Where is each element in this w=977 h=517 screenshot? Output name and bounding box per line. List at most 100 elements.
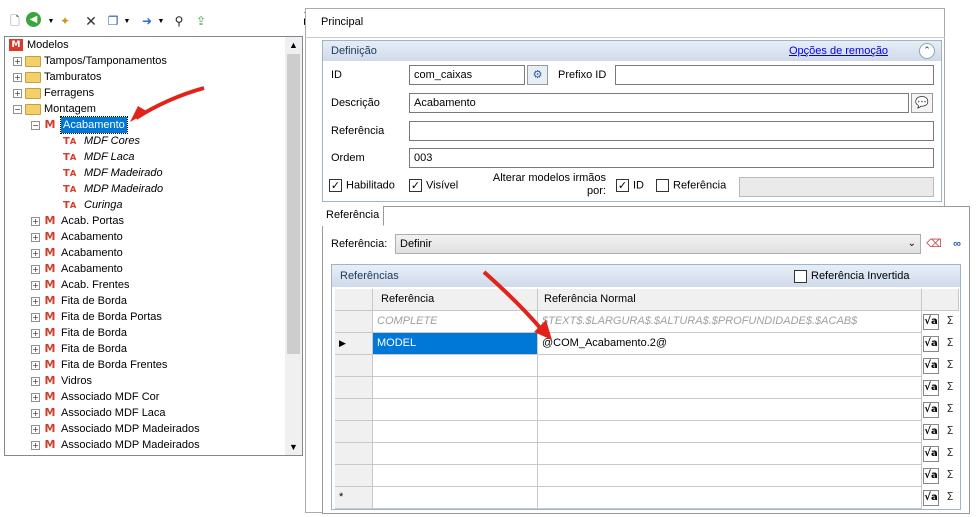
row-header-current[interactable]: ▶ — [335, 333, 373, 355]
cell-normal[interactable] — [538, 355, 922, 377]
expand-icon[interactable]: + — [31, 312, 40, 322]
cell-reference[interactable] — [373, 377, 538, 399]
reference-combo[interactable]: Definir ⌄ — [395, 234, 921, 254]
tree-folder[interactable]: + Tamburatos — [13, 69, 101, 85]
scroll-thumb[interactable] — [287, 54, 300, 354]
cell-normal[interactable] — [538, 487, 922, 509]
tree-subitem[interactable]: TA MDF Madeirado — [63, 165, 163, 181]
expand-icon[interactable]: + — [31, 392, 40, 402]
expand-icon[interactable]: + — [31, 232, 40, 242]
expand-icon[interactable]: + — [31, 216, 40, 226]
order-field[interactable]: 003 — [409, 148, 934, 168]
prefix-field[interactable] — [615, 65, 934, 85]
cell-reference[interactable] — [373, 443, 538, 465]
tab-referencia[interactable]: Referência — [322, 206, 384, 226]
tree-folder[interactable]: + Tampos/Tamponamentos — [13, 53, 167, 69]
expand-icon[interactable]: + — [31, 280, 40, 290]
description-field[interactable]: Acabamento — [409, 93, 909, 113]
cell-reference[interactable] — [373, 355, 538, 377]
column-header-normal[interactable]: Referência Normal — [538, 289, 922, 311]
tree-subitem[interactable]: TA Curinga — [63, 197, 123, 213]
sigma-icon[interactable]: Σ — [943, 358, 957, 371]
visible-checkbox[interactable]: ✓ Visível — [409, 179, 458, 192]
formula-icon[interactable]: √a — [923, 314, 939, 330]
tree-item-selected[interactable]: − M Acabamento — [31, 116, 128, 134]
sigma-icon[interactable]: Σ — [943, 402, 957, 415]
sigma-icon[interactable]: Σ — [943, 380, 957, 393]
expand-icon[interactable]: + — [31, 328, 40, 338]
cell-normal[interactable] — [538, 443, 922, 465]
tree-item[interactable]: + M Fita de Borda — [31, 341, 127, 357]
tree-scrollbar[interactable]: ▲ ▼ — [285, 37, 302, 455]
expand-icon[interactable]: + — [31, 344, 40, 354]
delete-icon[interactable]: ✕ — [82, 12, 100, 30]
scroll-down-icon[interactable]: ▼ — [289, 442, 298, 452]
expand-icon[interactable]: + — [31, 264, 40, 274]
row-header[interactable] — [335, 377, 373, 399]
expand-icon[interactable]: + — [13, 72, 22, 82]
tree-item[interactable]: + M Fita de Borda Frentes — [31, 357, 167, 373]
id-picker-icon[interactable]: ⚙ — [527, 65, 548, 85]
tree-item[interactable]: + M Fita de Borda — [31, 293, 127, 309]
tree-item[interactable]: + M Fita de Borda Portas — [31, 309, 162, 325]
formula-icon[interactable]: √a — [923, 402, 939, 418]
tree-item[interactable]: + M Acab. Frentes — [31, 277, 129, 293]
search-icon[interactable]: ⚲ — [170, 12, 188, 30]
tree-root[interactable]: M Modelos — [9, 37, 69, 53]
sigma-icon[interactable]: Σ — [943, 424, 957, 437]
sigma-icon[interactable]: Σ — [943, 314, 957, 327]
formula-icon[interactable]: √a — [923, 446, 939, 462]
reference-field[interactable] — [409, 121, 934, 141]
formula-icon[interactable]: √a — [923, 424, 939, 440]
alter-id-checkbox[interactable]: ✓ ID — [616, 179, 644, 192]
cell-reference[interactable] — [373, 399, 538, 421]
back-icon[interactable]: ◀ — [26, 12, 41, 27]
tree-folder[interactable]: + Ferragens — [13, 85, 94, 101]
expand-icon[interactable]: + — [31, 248, 40, 258]
inverted-reference-checkbox[interactable]: Referência Invertida — [794, 265, 909, 287]
tab-principal[interactable]: Principal — [321, 16, 363, 28]
tree-item[interactable]: + M Acab. Portas — [31, 213, 124, 229]
expand-icon[interactable]: + — [31, 408, 40, 418]
row-header[interactable] — [335, 311, 373, 333]
references-grid[interactable]: Referência Referência Normal COMPLETE $T… — [335, 289, 959, 509]
collapse-icon[interactable]: − — [13, 104, 22, 114]
row-header[interactable] — [335, 399, 373, 421]
cell-reference[interactable] — [373, 421, 538, 443]
translate-icon[interactable]: 💬 — [911, 93, 933, 113]
tree-item[interactable]: + M Fita de Borda — [31, 325, 127, 341]
tree-item[interactable]: + M Acabamento — [31, 245, 123, 261]
tree-item[interactable]: + M Associado MDF Laca — [31, 405, 166, 421]
sigma-icon[interactable]: Σ — [943, 468, 957, 481]
collapse-icon[interactable]: − — [31, 120, 40, 130]
cell-reference[interactable] — [373, 487, 538, 509]
tree-item[interactable]: + M Acabamento — [31, 261, 123, 277]
new-item-icon[interactable]: ✦ — [56, 12, 74, 30]
expand-icon[interactable]: + — [13, 88, 22, 98]
tree-subitem[interactable]: TA MDP Madeirado — [63, 181, 163, 197]
formula-icon[interactable]: √a — [923, 468, 939, 484]
new-doc-icon[interactable]: 🗋 — [6, 12, 24, 30]
scroll-up-icon[interactable]: ▲ — [289, 40, 298, 50]
collapse-group-icon[interactable]: ⌃ — [919, 43, 935, 59]
cell-normal[interactable] — [538, 399, 922, 421]
row-header[interactable] — [335, 355, 373, 377]
id-field[interactable]: com_caixas — [409, 65, 525, 85]
cell-normal[interactable] — [538, 465, 922, 487]
row-header-new[interactable]: * — [335, 487, 373, 509]
sigma-icon[interactable]: Σ — [943, 336, 957, 349]
tree-subitem[interactable]: TA MDF Cores — [63, 133, 140, 149]
enabled-checkbox[interactable]: ✓ Habilitado — [329, 179, 395, 192]
tree-folder[interactable]: − Montagem — [13, 101, 96, 117]
tree-item[interactable]: + M Associado MDF Cor — [31, 389, 159, 405]
row-header[interactable] — [335, 421, 373, 443]
expand-icon[interactable]: + — [13, 56, 22, 66]
cell-normal[interactable]: $TEXT$.$LARGURA$.$ALTURA$.$PROFUNDIDADE$… — [538, 311, 922, 333]
sigma-icon[interactable]: Σ — [943, 490, 957, 503]
formula-icon[interactable]: √a — [923, 490, 939, 506]
tree-subitem[interactable]: TA MDF Laca — [63, 149, 135, 165]
binoculars-icon[interactable]: ∞ — [947, 234, 967, 254]
export-icon[interactable]: ⇪ — [192, 12, 210, 30]
expand-icon[interactable]: + — [31, 376, 40, 386]
tree-item[interactable]: + M Associado MDP Madeirados — [31, 421, 200, 437]
